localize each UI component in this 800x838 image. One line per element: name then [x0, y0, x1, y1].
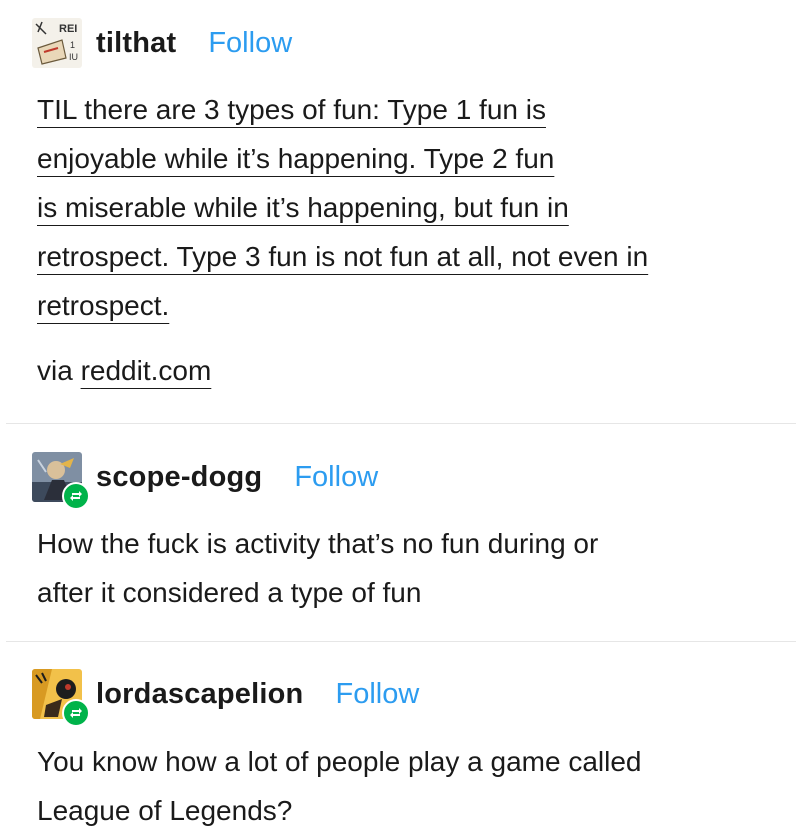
follow-button[interactable]: Follow: [294, 461, 378, 494]
source-attribution: via reddit.com: [37, 355, 211, 387]
username[interactable]: tilthat: [96, 27, 176, 60]
post-header: REI 1 IU tilthat Follow: [32, 18, 292, 68]
body-line[interactable]: is miserable while it’s happening, but f…: [37, 192, 569, 223]
reblog-icon: [62, 699, 90, 727]
til-logo-avatar[interactable]: REI 1 IU: [32, 18, 82, 68]
body-line: after it considered a type of fun: [37, 577, 422, 608]
source-link[interactable]: reddit.com: [81, 355, 212, 386]
avatar-image: REI 1 IU: [32, 18, 82, 68]
anime-avatar[interactable]: [32, 669, 90, 727]
body-line[interactable]: TIL there are 3 types of fun: Type 1 fun…: [37, 94, 546, 125]
svg-text:1: 1: [70, 40, 75, 50]
svg-text:REI: REI: [59, 23, 77, 35]
body-line: How the fuck is activity that’s no fun d…: [37, 528, 599, 559]
post-divider: [6, 641, 796, 642]
username[interactable]: scope-dogg: [96, 461, 262, 494]
post-body: You know how a lot of people play a game…: [37, 737, 757, 835]
body-line[interactable]: retrospect. Type 3 fun is not fun at all…: [37, 241, 648, 272]
follow-button[interactable]: Follow: [208, 27, 292, 60]
post-body: TIL there are 3 types of fun: Type 1 fun…: [37, 85, 757, 330]
body-line[interactable]: enjoyable while it’s happening. Type 2 f…: [37, 143, 554, 174]
body-line: League of Legends?: [37, 795, 293, 826]
svg-text:IU: IU: [69, 52, 78, 62]
post-divider: [6, 423, 796, 424]
character-avatar[interactable]: [32, 452, 90, 510]
body-line: You know how a lot of people play a game…: [37, 746, 642, 777]
post-header: scope-dogg Follow: [32, 452, 378, 510]
username[interactable]: lordascapelion: [96, 678, 303, 711]
reblog-icon: [62, 482, 90, 510]
via-label: via: [37, 355, 73, 386]
follow-button[interactable]: Follow: [335, 678, 419, 711]
post-body: How the fuck is activity that’s no fun d…: [37, 519, 757, 617]
body-line[interactable]: retrospect.: [37, 290, 169, 321]
post-header: lordascapelion Follow: [32, 669, 419, 727]
